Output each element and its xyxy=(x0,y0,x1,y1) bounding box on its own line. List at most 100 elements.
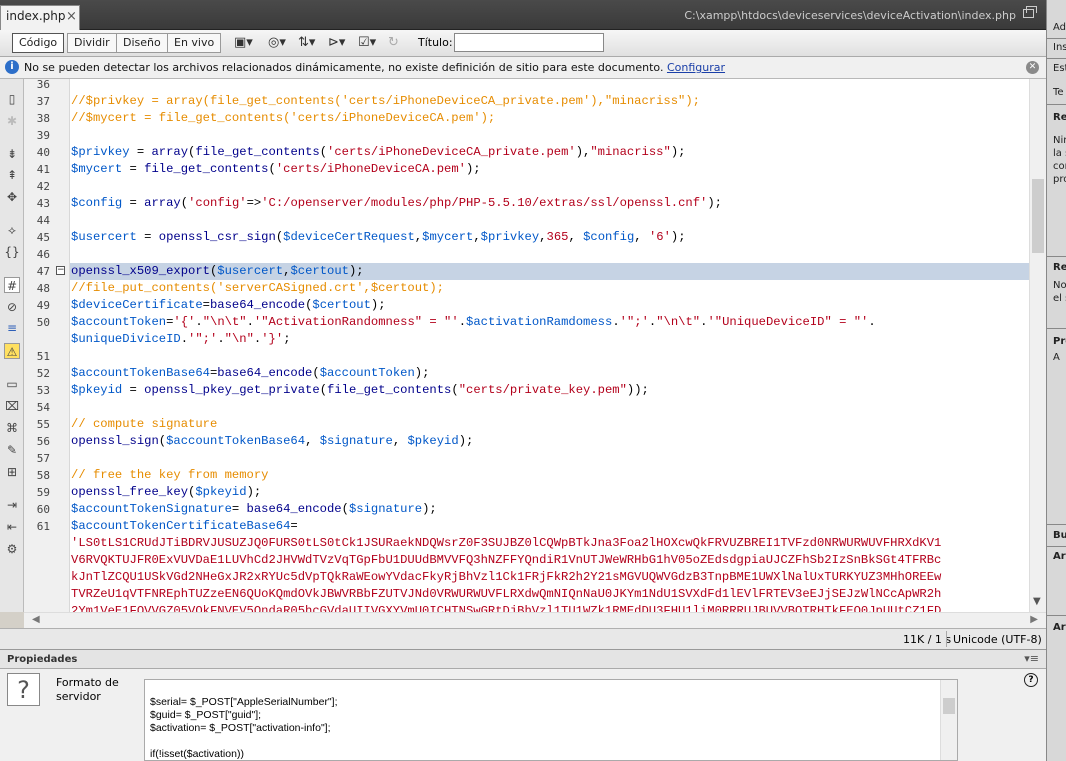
right-panel-item[interactable]: Nin xyxy=(1053,135,1066,146)
word-wrap-icon[interactable]: ≡ xyxy=(4,320,20,336)
wrap-tag-icon[interactable]: ⌘ xyxy=(4,420,20,436)
right-panel-item[interactable]: A xyxy=(1053,352,1060,363)
properties-panel-header[interactable]: Propiedades ▾≡ xyxy=(0,649,1046,669)
panel-menu-icon[interactable]: ▾≡ xyxy=(1024,652,1039,665)
code-token: $mycert xyxy=(422,230,474,244)
code-line: $deviceCertificate=base64_encode($certou… xyxy=(71,297,386,314)
document-title-input[interactable] xyxy=(454,33,604,52)
file-management-icon[interactable]: ⇅▾ xyxy=(298,34,324,52)
code-token: '";' xyxy=(188,332,218,346)
line-number: 53 xyxy=(36,384,50,397)
line-number: 54 xyxy=(36,401,50,414)
syntax-error-alerts-icon[interactable]: ⚠ xyxy=(4,343,20,359)
code-token: . xyxy=(246,315,254,329)
expand-all-icon[interactable]: ✥ xyxy=(4,189,20,205)
apply-comment-icon[interactable]: ▭ xyxy=(4,376,20,392)
code-token: $usercert xyxy=(217,264,284,278)
code-token: 'C:/openserver/modules/php/PHP-5.5.10/ex… xyxy=(261,196,708,210)
line-numbers-icon[interactable]: # xyxy=(4,277,20,293)
right-panel-item[interactable]: Bus xyxy=(1053,530,1066,541)
restore-window-icon[interactable] xyxy=(1023,6,1037,18)
show-code-navigator-icon[interactable]: ✱ xyxy=(4,113,20,129)
code-line: openssl_x509_export($usercert,$certout); xyxy=(71,263,364,280)
open-documents-icon[interactable]: ▯ xyxy=(4,91,20,107)
right-panel-item[interactable]: pro xyxy=(1053,174,1066,185)
info-bar: i No se pueden detectar los archivos rel… xyxy=(0,57,1046,79)
right-panel-item[interactable]: Reg xyxy=(1053,262,1066,273)
collapse-full-tag-icon[interactable]: ⇟ xyxy=(4,146,20,162)
right-panel-item[interactable]: Ins xyxy=(1053,42,1066,53)
line-number: 58 xyxy=(36,469,50,482)
close-tab-icon[interactable]: × xyxy=(66,9,77,24)
code-view-button[interactable]: Código xyxy=(12,33,65,53)
right-panel-item[interactable]: Est xyxy=(1053,63,1066,74)
scroll-left-icon[interactable]: ◀ xyxy=(32,614,40,625)
check-compatibility-icon[interactable]: ☑▾ xyxy=(358,34,384,52)
code-token: , xyxy=(568,230,584,244)
multiscreen-icon[interactable]: ▣▾ xyxy=(234,34,260,52)
preview-browser-icon[interactable]: ◎▾ xyxy=(268,34,294,52)
right-panel-item[interactable]: el s xyxy=(1053,293,1066,304)
code-token: ( xyxy=(158,434,167,448)
outdent-code-icon[interactable]: ⇤ xyxy=(4,519,20,535)
line-number: 44 xyxy=(36,214,50,227)
code-token: $activationRamdomess xyxy=(466,315,613,329)
right-panel-item[interactable]: No xyxy=(1053,280,1066,291)
right-panel-item[interactable]: Adm xyxy=(1053,22,1066,33)
collapse-selection-icon[interactable]: ⇞ xyxy=(4,167,20,183)
code-token: 'certs/iPhoneDeviceCA_private.pem' xyxy=(327,145,576,159)
right-panel-item[interactable]: la s xyxy=(1053,148,1066,159)
code-line: $accountToken='{'."\n\t".'"ActivationRan… xyxy=(71,314,876,331)
select-parent-tag-icon[interactable]: ⟡ xyxy=(4,222,20,238)
code-token: $config xyxy=(583,230,635,244)
line-number: 37 xyxy=(36,95,50,108)
right-panel-item[interactable]: Pro xyxy=(1053,336,1066,347)
code-line: //file_put_contents('serverCASigned.crt'… xyxy=(71,280,444,297)
w3c-validation-icon[interactable]: ⊳▾ xyxy=(328,34,354,52)
configure-link[interactable]: Configurar xyxy=(667,61,725,74)
split-view-button[interactable]: Dividir xyxy=(67,33,117,53)
indent-code-icon[interactable]: ⇥ xyxy=(4,497,20,513)
code-token: $deviceCertificate xyxy=(71,298,203,312)
remove-comment-icon[interactable]: ⌧ xyxy=(4,398,20,414)
format-source-code-icon[interactable]: ⚙ xyxy=(4,541,20,557)
code-editor[interactable]: //$privkey = array(file_get_contents('ce… xyxy=(70,79,1029,612)
panel-divider xyxy=(1047,524,1066,525)
code-token: $accountTokenSignature xyxy=(71,502,232,516)
properties-scrollbar[interactable] xyxy=(940,680,957,760)
highlight-invalid-code-icon[interactable]: ⊘ xyxy=(4,299,20,315)
refresh-icon[interactable]: ↻ xyxy=(388,34,414,52)
code-line: $pkeyid = openssl_pkey_get_private(file_… xyxy=(71,382,649,399)
code-token: $certout xyxy=(290,264,349,278)
vertical-scrollbar[interactable]: ▼ xyxy=(1029,79,1046,612)
right-panel-item[interactable]: Res xyxy=(1053,112,1066,123)
line-number: 55 xyxy=(36,418,50,431)
line-number: 49 xyxy=(36,299,50,312)
server-code-box[interactable]: $serial= $_POST["AppleSerialNumber"]; $gu… xyxy=(144,679,958,761)
document-tab[interactable]: index.php × xyxy=(0,5,80,30)
code-token: $privkey xyxy=(71,145,130,159)
move-css-icon[interactable]: ⊞ xyxy=(4,464,20,480)
live-view-button[interactable]: En vivo xyxy=(167,33,222,53)
horizontal-scrollbar[interactable]: ◀ ▶ xyxy=(24,612,1046,628)
scroll-down-icon[interactable]: ▼ xyxy=(1033,596,1041,607)
properties-scroll-thumb[interactable] xyxy=(943,698,955,714)
code-token: $privkey xyxy=(480,230,540,244)
right-panel-item[interactable]: cor xyxy=(1053,161,1066,172)
right-panel-item[interactable]: Arc xyxy=(1053,551,1066,562)
code-line: $accountTokenBase64=base64_encode($accou… xyxy=(71,365,429,382)
recent-snippets-icon[interactable]: ✎ xyxy=(4,442,20,458)
scroll-right-icon[interactable]: ▶ xyxy=(1030,614,1038,625)
collapse-code-icon[interactable]: − xyxy=(56,266,65,275)
design-view-button[interactable]: Diseño xyxy=(116,33,168,53)
right-panel-item[interactable]: Te xyxy=(1053,87,1064,98)
panel-divider xyxy=(1047,546,1066,547)
vertical-scroll-thumb[interactable] xyxy=(1032,179,1044,253)
balance-braces-icon[interactable]: {} xyxy=(4,244,20,260)
code-token: "\n\t" xyxy=(202,315,247,329)
right-panel-item[interactable]: Arc xyxy=(1053,622,1066,633)
code-token: 365 xyxy=(546,230,569,244)
close-icon[interactable]: ✕ xyxy=(1026,61,1039,74)
panel-divider xyxy=(1047,615,1066,616)
help-icon[interactable]: ? xyxy=(1024,673,1038,687)
